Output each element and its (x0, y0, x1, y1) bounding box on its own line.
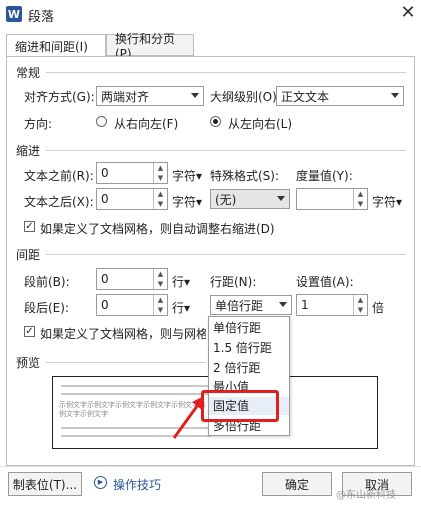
chevron-down-icon (191, 93, 199, 98)
spin-up-icon[interactable]: ▲ (153, 189, 167, 199)
tab-indent-spacing[interactable]: 缩进和间距(I) (6, 34, 106, 57)
annotation-highlight-box (201, 390, 279, 422)
tab-label: 缩进和间距(I) (15, 39, 88, 54)
measure-input[interactable]: ▲ ▼ (296, 188, 368, 210)
close-icon[interactable]: ✕ (398, 2, 418, 24)
spin-up-icon[interactable]: ▲ (153, 269, 167, 279)
spin-up-icon[interactable]: ▲ (153, 295, 167, 305)
outline-level-select[interactable]: 正文文本 (276, 86, 404, 106)
title-bar (0, 0, 421, 28)
measure-unit[interactable]: 字符▾ (372, 193, 402, 210)
spacing-grid-checkbox[interactable]: ✓ (24, 326, 35, 337)
spin-up-icon[interactable]: ▲ (353, 295, 367, 305)
indent-after-value: 0 (101, 192, 109, 206)
dropdown-option[interactable]: 1.5 倍行距 (213, 339, 272, 356)
tab-line-page-breaks[interactable]: 换行和分页(P) (106, 32, 194, 61)
special-format-value: (无) (215, 192, 237, 207)
indent-before-input[interactable]: 0 ▲ ▼ (96, 162, 168, 184)
direction-label: 方向: (24, 117, 53, 131)
line-spacing-label: 行距(N): (210, 275, 257, 289)
ltr-label: 从左向右(L) (228, 117, 293, 131)
indent-grid-label: 如果定义了文档网格，则自动调整右缩进(D) (40, 222, 275, 236)
chevron-down-icon (279, 302, 287, 307)
spin-down-icon[interactable]: ▼ (153, 305, 167, 315)
section-spacing-title: 间距 (16, 248, 41, 262)
setting-value: 1 (301, 298, 309, 312)
setting-unit: 倍 (372, 301, 385, 315)
space-before-input[interactable]: 0 ▲ ▼ (96, 268, 168, 290)
line-spacing-value: 单倍行距 (215, 298, 264, 313)
chevron-down-icon (277, 196, 285, 201)
space-before-value: 0 (101, 272, 109, 286)
section-divider (46, 150, 406, 151)
space-after-unit[interactable]: 行▾ (172, 299, 190, 316)
indent-before-label: 文本之前(R): (24, 169, 94, 183)
play-icon[interactable]: ▶ (94, 476, 107, 489)
wps-writer-icon: W (6, 6, 22, 22)
indent-grid-checkbox[interactable]: ✓ (24, 221, 35, 232)
spin-down-icon[interactable]: ▼ (153, 199, 167, 209)
special-format-select[interactable]: (无) (210, 189, 290, 209)
rtl-radio[interactable] (96, 116, 107, 127)
section-divider (46, 72, 406, 73)
align-label: 对齐方式(G): (24, 90, 95, 104)
ok-button[interactable]: 确定 (262, 472, 332, 496)
space-after-label: 段后(E): (24, 301, 69, 315)
preview-line (61, 385, 211, 387)
indent-after-unit[interactable]: 字符▾ (172, 193, 202, 210)
rtl-label: 从右向左(F) (114, 117, 179, 131)
outline-level-value: 正文文本 (281, 89, 330, 104)
align-select[interactable]: 两端对齐 (96, 86, 204, 106)
dropdown-option[interactable]: 单倍行距 (213, 319, 261, 336)
measure-label: 度量值(Y): (296, 169, 353, 183)
spin-down-icon[interactable]: ▼ (353, 305, 367, 315)
line-spacing-select[interactable]: 单倍行距 (210, 295, 292, 315)
space-after-input[interactable]: 0 ▲ ▼ (96, 294, 168, 316)
outline-level-label: 大纲级别(O): (210, 90, 281, 104)
indent-before-value: 0 (101, 166, 109, 180)
footer-divider (0, 466, 421, 467)
window-title: 段落 (28, 10, 55, 25)
section-divider (46, 362, 206, 363)
spin-down-icon[interactable]: ▼ (153, 279, 167, 289)
ok-button-label: 确定 (284, 477, 309, 492)
section-indent-title: 缩进 (16, 144, 41, 158)
watermark-text: @东山新科技 (336, 490, 396, 501)
space-after-value: 0 (101, 298, 109, 312)
setting-value-input[interactable]: 1 ▲ ▼ (296, 294, 368, 316)
space-before-unit[interactable]: 行▾ (172, 273, 190, 290)
spacing-grid-label: 如果定义了文档网格，则与网格对齐 (40, 327, 206, 341)
indent-after-label: 文本之后(X): (24, 195, 94, 209)
ltr-radio[interactable] (210, 116, 221, 127)
section-preview-title: 预览 (16, 356, 41, 370)
indent-before-unit[interactable]: 字符▾ (172, 167, 202, 184)
indent-after-input[interactable]: 0 ▲ ▼ (96, 188, 168, 210)
spin-up-icon[interactable]: ▲ (153, 163, 167, 173)
tabs-button-label: 制表位(T)... (12, 477, 78, 492)
section-divider (46, 254, 406, 255)
tips-link[interactable]: 操作技巧 (113, 476, 161, 493)
spin-up-icon[interactable]: ▲ (353, 189, 367, 199)
special-format-label: 特殊格式(S): (210, 169, 280, 183)
setting-value-label: 设置值(A): (296, 275, 354, 289)
tabs-button[interactable]: 制表位(T)... (8, 472, 82, 496)
space-before-label: 段前(B): (24, 275, 70, 289)
align-value: 两端对齐 (101, 89, 150, 104)
spin-down-icon[interactable]: ▼ (353, 199, 367, 209)
chevron-down-icon (391, 93, 399, 98)
section-general-title: 常规 (16, 66, 41, 80)
spin-down-icon[interactable]: ▼ (153, 173, 167, 183)
dropdown-option[interactable]: 2 倍行距 (213, 359, 260, 376)
